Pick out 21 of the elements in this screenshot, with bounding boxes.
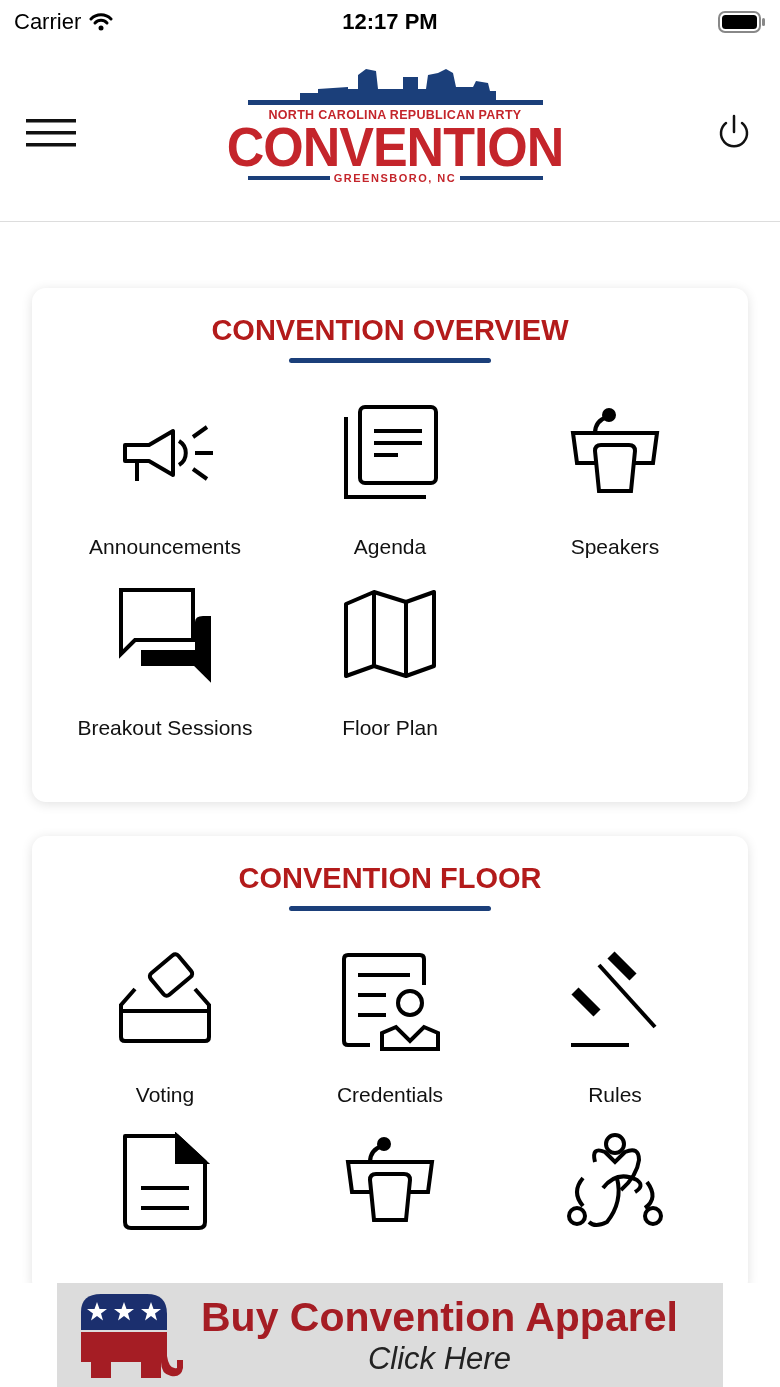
logo-title: CONVENTION xyxy=(226,120,564,174)
section-title: CONVENTION OVERVIEW xyxy=(211,313,569,348)
wifi-icon xyxy=(89,13,114,31)
tile-label: Rules xyxy=(588,1083,642,1107)
section-title: CONVENTION FLOOR xyxy=(238,861,542,896)
tile-label: Floor Plan xyxy=(342,716,438,740)
clock-time: 12:17 PM xyxy=(342,9,438,35)
apparel-banner[interactable]: Buy Convention Apparel Click Here xyxy=(57,1283,723,1387)
tile-label: Agenda xyxy=(353,535,427,559)
carrier-name: Carrier xyxy=(14,9,82,35)
tile-label: Speakers xyxy=(570,535,660,559)
menu-button[interactable] xyxy=(26,117,76,148)
tile-label: Announcements xyxy=(89,535,241,559)
id-document-icon[interactable] xyxy=(340,951,440,1051)
tile-label: Voting xyxy=(135,1083,195,1107)
tile-label: Breakout Sessions xyxy=(77,716,253,740)
logo-subtitle: NORTH CAROLINA REPUBLICAN PARTY xyxy=(268,108,522,122)
tile-label: Credentials xyxy=(336,1083,444,1107)
battery-icon xyxy=(718,11,766,33)
menu-icon xyxy=(26,117,76,148)
logo-location: GREENSBORO, NC xyxy=(333,172,457,184)
